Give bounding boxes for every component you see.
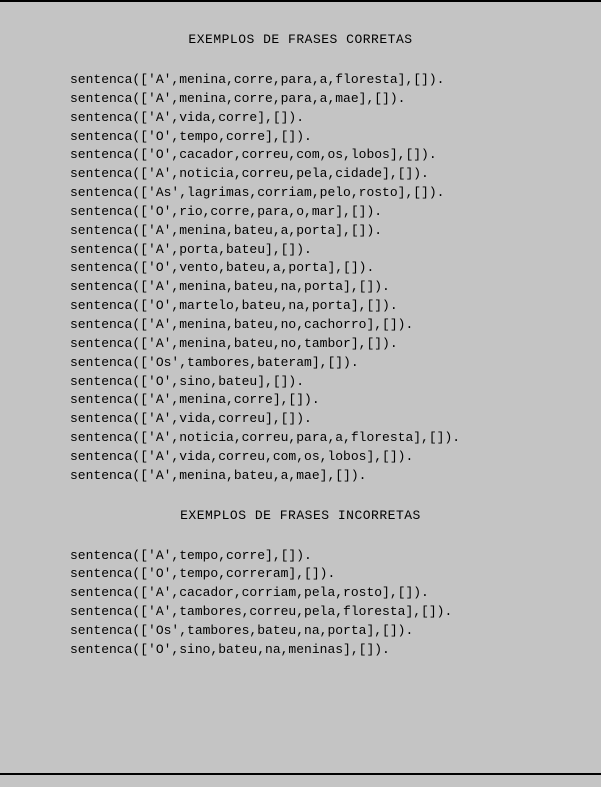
code-line: sentenca(['A',cacador,corriam,pela,rosto… [70, 584, 601, 603]
code-line: sentenca(['A',menina,bateu,na,porta],[])… [70, 278, 601, 297]
code-line: sentenca(['O',martelo,bateu,na,porta],[]… [70, 297, 601, 316]
code-line: sentenca(['A',porta,bateu],[]). [70, 241, 601, 260]
code-line: sentenca(['As',lagrimas,corriam,pelo,ros… [70, 184, 601, 203]
code-line: sentenca(['A',menina,bateu,a,mae],[]). [70, 467, 601, 486]
code-line: sentenca(['O',vento,bateu,a,porta],[]). [70, 259, 601, 278]
code-line: sentenca(['A',menina,corre,para,a,mae],[… [70, 90, 601, 109]
code-line: sentenca(['A',menina,corre],[]). [70, 391, 601, 410]
code-line: sentenca(['O',rio,corre,para,o,mar],[]). [70, 203, 601, 222]
code-line: sentenca(['Os',tambores,bateu,na,porta],… [70, 622, 601, 641]
code-line: sentenca(['A',menina,corre,para,a,flores… [70, 71, 601, 90]
incorrect-block: sentenca(['A',tempo,corre],[]).sentenca(… [70, 547, 601, 660]
code-line: sentenca(['A',menina,bateu,no,cachorro],… [70, 316, 601, 335]
code-line: sentenca(['Os',tambores,bateram],[]). [70, 354, 601, 373]
code-line: sentenca(['O',tempo,correram],[]). [70, 565, 601, 584]
code-line: sentenca(['A',noticia,correu,para,a,flor… [70, 429, 601, 448]
bottom-divider [0, 773, 601, 775]
heading-incorrect: EXEMPLOS DE FRASES INCORRETAS [70, 508, 601, 547]
code-line: sentenca(['A',menina,bateu,a,porta],[]). [70, 222, 601, 241]
code-line: sentenca(['A',vida,correu],[]). [70, 410, 601, 429]
code-line: sentenca(['A',tempo,corre],[]). [70, 547, 601, 566]
heading-correct: EXEMPLOS DE FRASES CORRETAS [70, 32, 601, 71]
code-line: sentenca(['O',cacador,correu,com,os,lobo… [70, 146, 601, 165]
code-line: sentenca(['A',vida,correu,com,os,lobos],… [70, 448, 601, 467]
code-line: sentenca(['A',vida,corre],[]). [70, 109, 601, 128]
code-line: sentenca(['A',noticia,correu,pela,cidade… [70, 165, 601, 184]
code-line: sentenca(['O',sino,bateu,na,meninas],[])… [70, 641, 601, 660]
code-line: sentenca(['O',tempo,corre],[]). [70, 128, 601, 147]
correct-block: sentenca(['A',menina,corre,para,a,flores… [70, 71, 601, 486]
code-line: sentenca(['A',menina,bateu,no,tambor],[]… [70, 335, 601, 354]
code-line: sentenca(['O',sino,bateu],[]). [70, 373, 601, 392]
document-content: EXEMPLOS DE FRASES CORRETAS sentenca(['A… [0, 2, 601, 660]
code-line: sentenca(['A',tambores,correu,pela,flore… [70, 603, 601, 622]
